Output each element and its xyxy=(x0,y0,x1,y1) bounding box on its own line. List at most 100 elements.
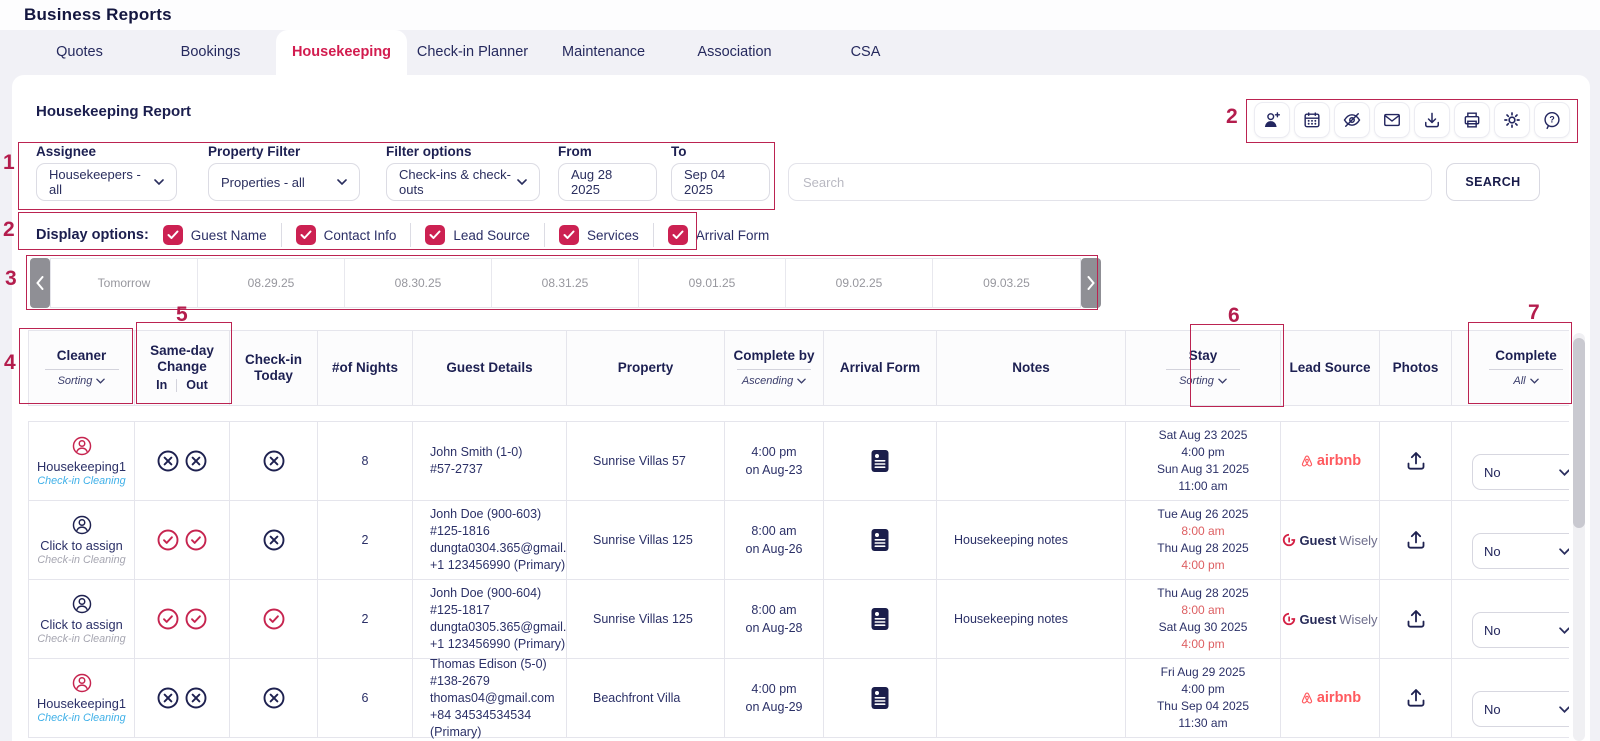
document-icon[interactable] xyxy=(868,527,892,553)
upload-icon[interactable] xyxy=(1404,528,1428,552)
circle-x-icon[interactable] xyxy=(156,686,180,710)
cleaning-type-link[interactable]: Check-in Cleaning xyxy=(37,475,125,487)
svg-text:?: ? xyxy=(1549,115,1554,125)
circle-check-icon[interactable] xyxy=(184,607,208,631)
nights-cell: 6 xyxy=(317,658,413,738)
cleaner-cell[interactable]: Click to assign Check-in Cleaning xyxy=(28,579,135,659)
help-button[interactable]: ? xyxy=(1534,102,1570,138)
chevron-down-icon xyxy=(1559,468,1569,476)
filter-options-select[interactable]: Check-ins & check-outs xyxy=(386,163,540,201)
property-cell: Sunrise Villas 57 xyxy=(566,421,725,501)
settings-button[interactable] xyxy=(1494,102,1530,138)
circle-check-icon[interactable] xyxy=(184,528,208,552)
tab-quotes[interactable]: Quotes xyxy=(14,30,145,75)
header-lead-source: Lead Source xyxy=(1280,330,1380,406)
cleaning-type-link[interactable]: Check-in Cleaning xyxy=(37,712,125,724)
carousel-day[interactable]: 08.30.25 xyxy=(345,259,492,307)
gear-icon xyxy=(1502,110,1522,130)
complete-select[interactable]: No xyxy=(1472,533,1569,569)
complete-by-sort-control[interactable]: Ascending xyxy=(737,368,811,389)
tab-bar: Quotes Bookings Housekeeping Check-in Pl… xyxy=(0,30,1600,75)
divider xyxy=(652,223,654,247)
guest-details-cell: Jonh Doe (900-603) #125-1816 dungta0304.… xyxy=(412,500,590,580)
person-circle-icon xyxy=(71,435,93,457)
carousel-day-tomorrow[interactable]: Tomorrow xyxy=(51,259,198,307)
carousel-day[interactable]: 09.01.25 xyxy=(639,259,786,307)
document-icon[interactable] xyxy=(868,606,892,632)
to-date-input[interactable]: Sep 04 2025 xyxy=(671,163,770,201)
search-button[interactable]: SEARCH xyxy=(1446,163,1540,201)
checkbox-checked-icon xyxy=(667,225,688,245)
circle-x-icon[interactable] xyxy=(156,449,180,473)
circle-x-icon[interactable] xyxy=(184,686,208,710)
display-option-guest-name[interactable]: Guest Name xyxy=(162,225,267,245)
vertical-scrollbar-thumb[interactable] xyxy=(1573,338,1585,528)
carousel-next-button[interactable] xyxy=(1081,258,1101,308)
date-carousel: Tomorrow 08.29.25 08.30.25 08.31.25 09.0… xyxy=(30,258,1101,308)
upload-icon[interactable] xyxy=(1404,449,1428,473)
tab-association[interactable]: Association xyxy=(669,30,800,75)
photos-cell xyxy=(1379,579,1452,659)
sameday-change-cell xyxy=(134,579,230,659)
guest-details-cell: Thomas Edison (5-0) #138-2679 thomas04@g… xyxy=(412,657,567,739)
property-filter-select[interactable]: Properties - all xyxy=(208,163,360,201)
stay-cell: Tue Aug 26 2025 8:00 am Thu Aug 28 2025 … xyxy=(1125,500,1281,580)
complete-select[interactable]: No xyxy=(1472,612,1569,648)
chevron-left-icon xyxy=(36,276,44,290)
circle-check-icon[interactable] xyxy=(156,607,180,631)
tab-bookings[interactable]: Bookings xyxy=(145,30,276,75)
document-icon[interactable] xyxy=(868,448,892,474)
from-date-input[interactable]: Aug 28 2025 xyxy=(558,163,657,201)
tab-maintenance[interactable]: Maintenance xyxy=(538,30,669,75)
tab-csa[interactable]: CSA xyxy=(800,30,931,75)
circle-x-icon[interactable] xyxy=(184,449,208,473)
cleaner-cell[interactable]: Click to assign Check-in Cleaning xyxy=(28,500,135,580)
carousel-prev-button[interactable] xyxy=(30,258,50,308)
airbnb-logo: airbnb xyxy=(1299,453,1361,469)
cleaner-cell[interactable]: Housekeeping1 Check-in Cleaning xyxy=(28,421,135,501)
nights-cell: 2 xyxy=(317,500,413,580)
carousel-day[interactable]: 09.03.25 xyxy=(933,259,1080,307)
tab-housekeeping[interactable]: Housekeeping xyxy=(276,30,407,75)
print-button[interactable] xyxy=(1454,102,1490,138)
cleaner-sort-control[interactable]: Sorting xyxy=(44,368,119,389)
guestwisely-logo: Guest Wisely xyxy=(1282,533,1378,548)
display-option-arrival-form[interactable]: Arrival Form xyxy=(667,225,769,245)
display-option-lead-source[interactable]: Lead Source xyxy=(425,225,530,245)
circle-check-icon[interactable] xyxy=(156,528,180,552)
complete-select[interactable]: No xyxy=(1472,691,1569,727)
calendar-button[interactable] xyxy=(1294,102,1330,138)
circle-x-icon[interactable] xyxy=(262,449,286,473)
to-label: To xyxy=(671,144,687,159)
circle-check-icon[interactable] xyxy=(262,607,286,631)
nights-cell: 8 xyxy=(317,421,413,501)
download-button[interactable] xyxy=(1414,102,1450,138)
upload-icon[interactable] xyxy=(1404,607,1428,631)
carousel-day[interactable]: 08.29.25 xyxy=(198,259,345,307)
circle-x-icon[interactable] xyxy=(262,528,286,552)
lead-source-cell: airbnb xyxy=(1280,658,1380,738)
upload-icon[interactable] xyxy=(1404,686,1428,710)
search-input[interactable] xyxy=(788,163,1432,201)
airbnb-logo: airbnb xyxy=(1299,690,1361,706)
circle-x-icon[interactable] xyxy=(262,686,286,710)
assign-housekeeper-button[interactable] xyxy=(1254,102,1290,138)
carousel-day[interactable]: 09.02.25 xyxy=(786,259,933,307)
assignee-select[interactable]: Housekeepers - all xyxy=(36,163,177,201)
photos-cell xyxy=(1379,500,1452,580)
document-icon[interactable] xyxy=(868,685,892,711)
display-option-contact-info[interactable]: Contact Info xyxy=(295,225,396,245)
display-option-services[interactable]: Services xyxy=(558,225,639,245)
complete-select[interactable]: No xyxy=(1472,454,1569,490)
stay-sort-control[interactable]: Sorting xyxy=(1166,368,1240,389)
header-guest-details: Guest Details xyxy=(412,330,567,406)
arrival-form-cell xyxy=(823,500,937,580)
carousel-day[interactable]: 08.31.25 xyxy=(492,259,639,307)
cleaner-cell[interactable]: Housekeeping1 Check-in Cleaning xyxy=(28,658,135,738)
header-notes: Notes xyxy=(936,330,1126,406)
tab-checkin-planner[interactable]: Check-in Planner xyxy=(407,30,538,75)
email-button[interactable] xyxy=(1374,102,1410,138)
complete-filter-control[interactable]: All xyxy=(1489,368,1563,389)
report-title: Housekeeping Report xyxy=(36,103,192,120)
hide-columns-button[interactable] xyxy=(1334,102,1370,138)
